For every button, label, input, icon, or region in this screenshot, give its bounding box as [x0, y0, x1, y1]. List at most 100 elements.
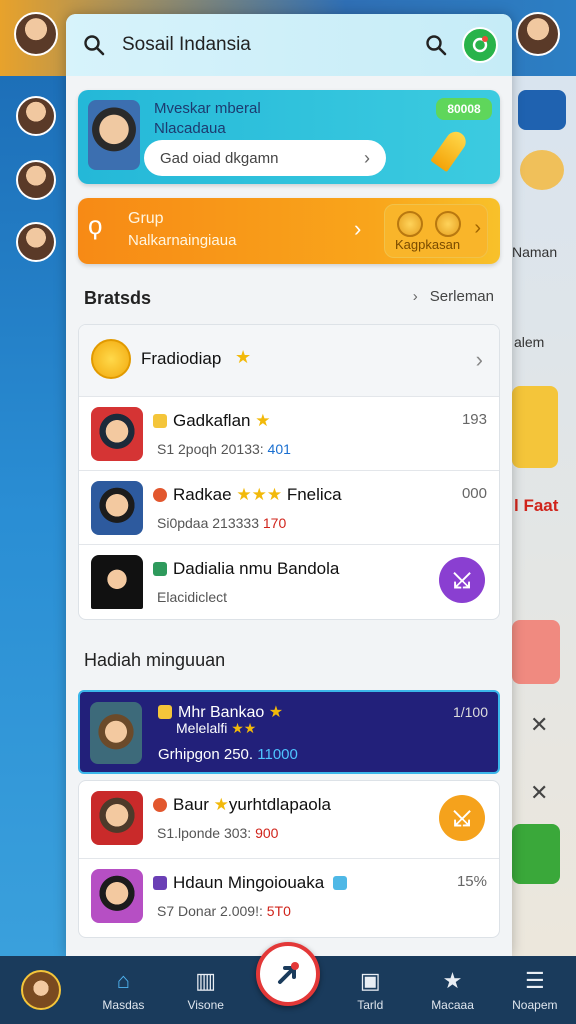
search-icon[interactable]	[80, 31, 108, 59]
background-card[interactable]	[512, 620, 560, 684]
background-avatar[interactable]	[516, 12, 560, 56]
list-item[interactable]: Dadialia nmu Bandola Elacidiclect ⤩	[79, 545, 499, 619]
search-icon[interactable]	[422, 31, 450, 59]
list-item[interactable]: Radkae ★★★ Fnelica Si0pdaa 213333 170 00…	[79, 471, 499, 545]
coin-icon	[91, 339, 131, 379]
list-item-sub: Elacidiclect	[157, 589, 228, 605]
menu-icon: ☰	[524, 968, 545, 993]
list-item-name-suffix: yurhtdlapaola	[228, 795, 331, 814]
avatar	[91, 869, 143, 923]
center-action-button[interactable]	[256, 942, 320, 1006]
close-icon[interactable]: ✕	[530, 712, 548, 738]
search-bar[interactable]: Sosail Indansia	[66, 14, 512, 76]
background-card[interactable]	[512, 386, 558, 468]
star-icon: ★	[235, 347, 252, 367]
weekly-highlight-value: 11000	[257, 746, 298, 763]
list-item-sub-text: S1 2poqh 20133:	[157, 441, 264, 457]
profile-icon[interactable]	[462, 27, 498, 63]
list-item-name: Hdaun Mingoiouaka	[153, 873, 353, 893]
star-icon: ★	[255, 411, 271, 430]
list-item-sub: Si0pdaa 213333 170	[157, 515, 286, 531]
list-item-value: 401	[267, 441, 291, 457]
list-item-name-text: Radkae	[173, 485, 232, 504]
weekly-highlight-count: 1/100	[452, 704, 488, 720]
swap-icon[interactable]: ⤩	[439, 557, 485, 603]
group-card[interactable]: ϙ Grup Nalkarnaingiaua › Kagpkasan ›	[78, 198, 500, 264]
list-header-row[interactable]: Fradiodiap ★ ›	[79, 325, 499, 397]
group-button-label: Kagpkasan	[395, 237, 461, 252]
list-item-name-suffix: Fnelica	[286, 485, 342, 504]
avatar	[91, 481, 143, 535]
level-badge-icon	[153, 562, 167, 576]
nav-item-cards[interactable]: ▣ Tarld	[329, 956, 411, 1024]
nav-item-menu[interactable]: ☰ Noapem	[494, 956, 576, 1024]
close-icon[interactable]: ✕	[530, 780, 548, 806]
list-header-label: Fradiodiap	[141, 349, 222, 368]
chevron-right-icon: ›	[412, 288, 418, 305]
star-icon: ★★	[231, 720, 257, 736]
see-all-link[interactable]: › Serleman	[413, 288, 494, 305]
coin-icon	[435, 211, 461, 237]
nav-item-home[interactable]: ⌂ Masdas	[82, 956, 164, 1024]
group-title: Grup	[128, 210, 164, 227]
list-item-value: 5T0	[266, 903, 291, 919]
background-card[interactable]	[512, 824, 560, 884]
list-item[interactable]: Hdaun Mingoiouaka S7 Donar 2.009!: 5T0 1…	[79, 859, 499, 937]
nav-item-profile[interactable]	[0, 956, 82, 1024]
nav-item-video[interactable]: ▥ Visone	[165, 956, 247, 1024]
list-item[interactable]: Baur ★yurhtdlapaola S1.lponde 303: 900 ⤩	[79, 781, 499, 859]
group-icon: ϙ	[88, 210, 103, 240]
list-item-count: 193	[461, 411, 487, 428]
video-icon: ▥	[195, 968, 217, 993]
avatar	[90, 702, 142, 764]
background-label: l Faat	[514, 496, 559, 515]
promo-input[interactable]: Gad oiad dkgamn ›	[144, 140, 386, 176]
nav-label: Tarld	[357, 998, 384, 1012]
chevron-right-icon: ›	[364, 147, 370, 168]
background-avatar[interactable]	[16, 222, 56, 262]
background-sidebar	[0, 76, 70, 956]
list-item[interactable]: Gadkaflan ★ S1 2poqh 20133: 401 193	[79, 397, 499, 471]
swap-icon[interactable]: ⤩	[439, 795, 485, 841]
weekly-highlight-sub: Grhipgon 250. 11000	[158, 746, 298, 763]
list-item-name-text: Baur	[173, 795, 209, 814]
weekly-highlight-subname: Melelalfi ★★	[176, 720, 256, 737]
coin-icon	[397, 211, 423, 237]
background-icon	[520, 150, 564, 190]
promo-card[interactable]: Mveskar mberal Nlacadaua Gad oiad dkgamn…	[78, 90, 500, 184]
nav-item-favorites[interactable]: ★ Macaaa	[411, 956, 493, 1024]
chevron-right-icon[interactable]: ›	[476, 347, 483, 373]
nav-label: Noapem	[512, 998, 558, 1012]
bell-icon	[158, 705, 172, 719]
background-button[interactable]	[518, 90, 566, 130]
star-icon: ★★★	[236, 485, 283, 504]
list-item-name: Gadkaflan ★	[153, 411, 270, 431]
weekly-highlight-subname-text: Melelalfi	[176, 720, 228, 736]
level-badge-icon	[153, 414, 167, 428]
promo-input-placeholder: Gad oiad dkgamn	[160, 149, 279, 167]
chevron-right-icon: ›	[354, 216, 362, 241]
list-item-sub-text: S1.lponde 303:	[157, 825, 252, 841]
cards-icon: ▣	[359, 968, 381, 993]
medal-icon	[153, 488, 167, 502]
background-avatar[interactable]	[16, 96, 56, 136]
nav-label: Masdas	[102, 998, 145, 1012]
search-title: Sosail Indansia	[122, 34, 251, 55]
background-avatar[interactable]	[16, 160, 56, 200]
list-item-name-text: Hdaun Mingoiouaka	[173, 873, 325, 892]
list-item-sub-text: Si0pdaa 213333	[157, 515, 259, 531]
nav-label: Visone	[187, 998, 224, 1012]
section-title: Bratsds	[84, 288, 152, 308]
weekly-highlight-item[interactable]: Mhr Bankao ★ Melelalfi ★★ Grhipgon 250. …	[78, 690, 500, 774]
weekly-list: Baur ★yurhtdlapaola S1.lponde 303: 900 ⤩…	[78, 780, 500, 938]
promo-subtitle: Nlacadaua	[154, 120, 226, 137]
feather-icon	[430, 127, 470, 173]
arrow-icon	[278, 962, 299, 984]
home-icon: ⌂	[116, 968, 131, 993]
list-item-name: Radkae ★★★ Fnelica	[153, 485, 342, 505]
group-button[interactable]: Kagpkasan ›	[384, 204, 488, 258]
list-item-name-text: Gadkaflan	[173, 411, 251, 430]
background-avatar[interactable]	[14, 12, 58, 56]
avatar	[21, 970, 62, 1010]
avatar	[91, 555, 143, 609]
